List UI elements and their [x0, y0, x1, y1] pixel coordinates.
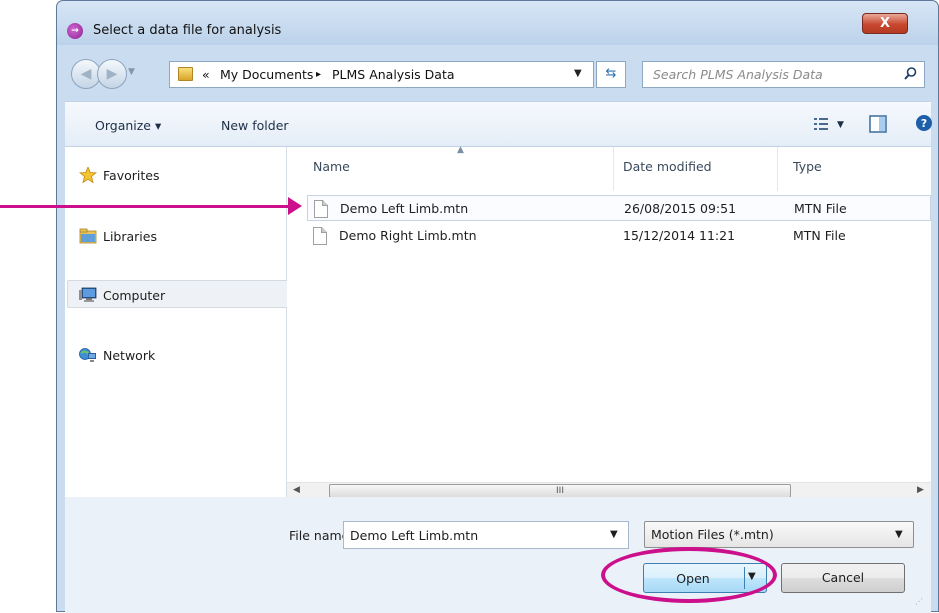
annotation-arrow-line [0, 205, 292, 208]
annotation-arrow-head [288, 197, 302, 215]
sidebar-item-libraries[interactable]: Libraries [77, 225, 277, 249]
breadcrumb-plms-analysis-data[interactable]: PLMS Analysis Data [332, 67, 455, 82]
column-header-type[interactable]: Type [793, 159, 822, 174]
file-row-demo-right-limb[interactable]: Demo Right Limb.mtn 15/12/2014 11:21 MTN… [307, 223, 931, 249]
dialog-footer: File name: Demo Left Limb.mtn ▼ Motion F… [65, 497, 931, 613]
file-type: MTN File [794, 201, 847, 216]
cancel-button[interactable]: Cancel [781, 563, 905, 593]
close-button[interactable]: X [862, 13, 908, 34]
sidebar-item-computer[interactable]: Computer [77, 284, 277, 308]
navigation-pane: Favorites Libraries Computer Network [65, 147, 341, 497]
sidebar-item-label: Network [103, 348, 156, 363]
search-input[interactable]: Search PLMS Analysis Data [642, 61, 925, 88]
address-bar[interactable]: « My Documents ▸ PLMS Analysis Data ▼ [169, 61, 594, 88]
file-name-value: Demo Left Limb.mtn [350, 528, 479, 543]
star-icon [79, 167, 97, 183]
file-type-value: Motion Files (*.mtn) [651, 527, 774, 542]
file-name-dropdown-icon[interactable]: ▼ [610, 529, 618, 540]
sidebar-item-favorites[interactable]: Favorites [77, 164, 277, 188]
command-toolbar: Organize ▾ New folder ▼ ? [65, 101, 933, 147]
file-list: ▲ Name Date modified Type Demo Left Limb… [287, 145, 931, 500]
column-divider[interactable] [777, 147, 778, 191]
new-folder-button[interactable]: New folder [221, 118, 289, 133]
file-name: Demo Right Limb.mtn [339, 228, 477, 243]
breadcrumb-separator-icon[interactable]: ▸ [316, 69, 321, 80]
file-row-demo-left-limb[interactable]: Demo Left Limb.mtn 26/08/2015 09:51 MTN … [307, 195, 931, 221]
file-type: MTN File [793, 228, 846, 243]
refresh-icon[interactable]: ⇆ [596, 61, 626, 88]
file-name: Demo Left Limb.mtn [340, 201, 469, 216]
breadcrumb-my-documents[interactable]: My Documents [220, 67, 313, 82]
forward-button[interactable]: ▶ [97, 59, 127, 89]
computer-icon [79, 287, 97, 302]
organize-menu[interactable]: Organize ▾ [95, 118, 161, 133]
libraries-icon [79, 228, 97, 244]
recent-locations-chevron-icon[interactable]: ▼ [128, 67, 140, 81]
file-icon [314, 200, 328, 218]
sidebar-item-network[interactable]: Network [77, 344, 277, 368]
sidebar-item-label: Computer [103, 288, 166, 303]
file-date: 26/08/2015 09:51 [624, 201, 737, 216]
column-header-date-modified[interactable]: Date modified [623, 159, 712, 174]
scroll-right-icon[interactable]: ▶ [917, 485, 924, 495]
breadcrumb-overflow[interactable]: « [202, 67, 210, 82]
column-header-row: ▲ Name Date modified Type [287, 145, 931, 191]
view-options-icon[interactable] [814, 118, 828, 130]
folder-icon [178, 67, 193, 81]
file-name-input[interactable]: Demo Left Limb.mtn ▼ [343, 521, 629, 549]
sidebar-item-label: Favorites [103, 168, 160, 183]
sidebar-item-label: Libraries [103, 229, 157, 244]
sort-ascending-icon: ▲ [457, 145, 464, 155]
scroll-left-icon[interactable]: ◀ [293, 485, 300, 495]
resize-grip-icon[interactable]: ⋰ [915, 597, 923, 606]
annotation-circle [601, 547, 777, 603]
preview-pane-icon[interactable] [869, 115, 887, 133]
file-type-dropdown-icon: ▼ [895, 529, 903, 540]
file-icon [313, 227, 327, 245]
column-divider[interactable] [613, 147, 614, 191]
help-icon[interactable]: ? [915, 114, 933, 132]
search-icon[interactable] [904, 67, 917, 80]
search-placeholder: Search PLMS Analysis Data [653, 67, 823, 82]
view-dropdown-icon[interactable]: ▼ [837, 120, 844, 130]
network-icon [79, 348, 96, 362]
scroll-thumb[interactable]: III [329, 484, 791, 498]
svg-text:?: ? [921, 117, 927, 130]
file-type-select[interactable]: Motion Files (*.mtn) ▼ [644, 521, 914, 548]
title-bar[interactable]: → Select a data file for analysis X [57, 1, 938, 45]
file-date: 15/12/2014 11:21 [623, 228, 736, 243]
address-dropdown-icon[interactable]: ▼ [574, 68, 582, 79]
dialog-window: → Select a data file for analysis X ◀ ▶ … [56, 0, 939, 613]
app-icon: → [67, 23, 83, 39]
window-title: Select a data file for analysis [93, 23, 282, 38]
column-header-name[interactable]: Name [313, 159, 350, 174]
